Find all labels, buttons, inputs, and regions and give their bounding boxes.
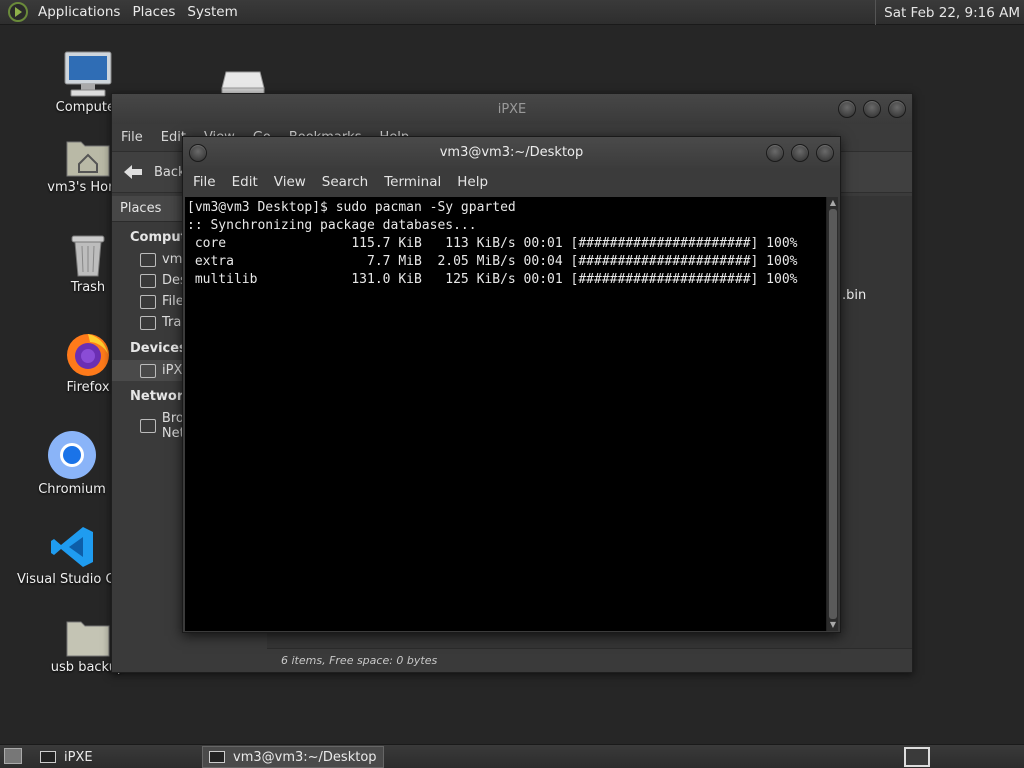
desktop-icon: [140, 273, 156, 288]
applications-menu[interactable]: Applications: [32, 4, 126, 20]
minimize-button[interactable]: [838, 100, 856, 118]
back-arrow-icon: [124, 165, 142, 179]
terminal-line: :: Synchronizing package databases...: [187, 218, 477, 233]
file-label[interactable]: .bin: [842, 288, 866, 303]
trash-icon: [71, 235, 105, 277]
scroll-up-icon[interactable]: ▲: [828, 198, 838, 208]
bottom-panel: iPXE vm3@vm3:~/Desktop: [0, 744, 1024, 768]
terminal-line: [vm3@vm3 Desktop]$ sudo pacman -Sy gpart…: [187, 200, 516, 215]
back-label: Back: [154, 164, 186, 180]
window-title: vm3@vm3:~/Desktop: [439, 145, 584, 160]
drive-icon: [140, 363, 156, 378]
window-controls: [766, 137, 834, 168]
terminal-titlebar[interactable]: vm3@vm3:~/Desktop: [183, 137, 840, 168]
places-menu[interactable]: Places: [126, 4, 181, 20]
vscode-icon: [51, 527, 93, 567]
close-button[interactable]: [888, 100, 906, 118]
menu-edit[interactable]: Edit: [224, 174, 266, 190]
window-controls: [838, 94, 906, 124]
taskbar-item-terminal[interactable]: vm3@vm3:~/Desktop: [202, 746, 384, 768]
status-bar: 6 items, Free space: 0 bytes: [267, 648, 912, 672]
chromium-icon: [48, 431, 96, 479]
menu-search[interactable]: Search: [314, 174, 376, 190]
maximize-button[interactable]: [863, 100, 881, 118]
top-panel: Applications Places System Sat Feb 22, 9…: [0, 0, 1024, 25]
clock[interactable]: Sat Feb 22, 9:16 AM: [875, 0, 1024, 25]
trash-icon: [140, 315, 156, 330]
terminal-line: extra 7.7 MiB 2.05 MiB/s 00:04 [########…: [187, 254, 798, 269]
scrollbar-thumb[interactable]: [829, 209, 837, 619]
firefox-icon: [67, 334, 109, 376]
distro-logo-icon[interactable]: [8, 2, 28, 22]
home-icon: [140, 252, 156, 267]
folder-icon: [66, 621, 110, 657]
workspace-switcher[interactable]: [904, 747, 930, 767]
taskbar-item-label: vm3@vm3:~/Desktop: [233, 749, 377, 765]
menu-terminal[interactable]: Terminal: [376, 174, 449, 190]
close-button[interactable]: [816, 143, 834, 162]
terminal-scrollbar[interactable]: ▲ ▼: [826, 197, 838, 631]
network-icon: [140, 419, 156, 433]
taskbar-item-ipxe[interactable]: iPXE: [34, 746, 99, 768]
computer-icon: [64, 51, 112, 97]
desktop-icon-drive[interactable]: [188, 44, 298, 100]
terminal-line: core 115.7 KiB 113 KiB/s 00:01 [########…: [187, 236, 798, 251]
menu-file[interactable]: File: [112, 130, 152, 145]
show-desktop-button[interactable]: [4, 748, 22, 764]
terminal-window[interactable]: vm3@vm3:~/Desktop File Edit View Search …: [182, 136, 841, 633]
filesystem-icon: [140, 294, 156, 309]
terminal-line: multilib 131.0 KiB 125 KiB/s 00:01 [####…: [187, 272, 798, 287]
taskbar-item-label: iPXE: [64, 749, 93, 765]
system-menu[interactable]: System: [181, 4, 243, 20]
window-title: iPXE: [497, 101, 527, 117]
terminal-window-icon: [209, 751, 225, 763]
maximize-button[interactable]: [791, 143, 809, 162]
file-manager-titlebar[interactable]: iPXE: [112, 94, 912, 124]
terminal-menubar: File Edit View Search Terminal Help: [183, 168, 840, 196]
menu-file[interactable]: File: [185, 174, 224, 190]
home-folder-icon: [66, 141, 110, 177]
window-icon: [40, 751, 56, 763]
window-menu-button[interactable]: [189, 143, 207, 162]
menu-help[interactable]: Help: [449, 174, 496, 190]
terminal-output[interactable]: [vm3@vm3 Desktop]$ sudo pacman -Sy gpart…: [185, 197, 828, 631]
menu-view[interactable]: View: [266, 174, 314, 190]
scroll-down-icon[interactable]: ▼: [828, 620, 838, 630]
top-menu: Applications Places System: [0, 0, 244, 25]
back-button[interactable]: Back: [112, 163, 186, 181]
minimize-button[interactable]: [766, 143, 784, 162]
